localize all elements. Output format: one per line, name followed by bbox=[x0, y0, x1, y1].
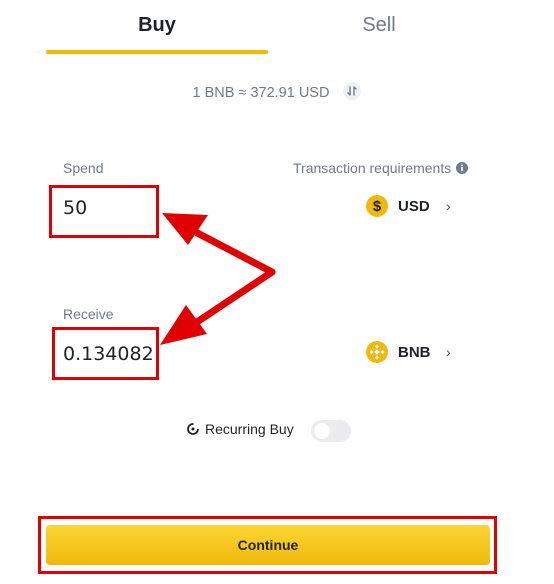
tab-buy[interactable]: Buy bbox=[46, 14, 268, 37]
chevron-right-icon: › bbox=[446, 344, 451, 360]
tab-sell[interactable]: Sell bbox=[268, 14, 490, 37]
spend-highlight-box bbox=[49, 185, 159, 238]
spend-label: Spend bbox=[63, 160, 104, 176]
receive-currency-label: BNB bbox=[398, 343, 431, 361]
dollar-coin-icon: $ bbox=[366, 195, 388, 217]
chevron-right-icon: › bbox=[446, 198, 451, 214]
recurring-buy: Recurring Buy bbox=[186, 421, 294, 437]
receive-highlight-box bbox=[52, 327, 159, 380]
transaction-requirements[interactable]: Transaction requirements bbox=[293, 160, 469, 176]
transaction-requirements-label: Transaction requirements bbox=[293, 160, 452, 176]
receive-currency-selector[interactable]: BNB › bbox=[366, 341, 451, 363]
active-tab-indicator bbox=[46, 50, 268, 54]
recurring-buy-label: Recurring Buy bbox=[205, 421, 294, 437]
exchange-rate-text: 1 BNB ≈ 372.91 USD bbox=[192, 85, 330, 101]
bnb-coin-icon bbox=[366, 341, 388, 363]
annotation-arrows bbox=[160, 213, 276, 345]
info-icon bbox=[456, 162, 469, 174]
spend-currency-selector[interactable]: $ USD › bbox=[366, 195, 451, 217]
continue-highlight-box bbox=[38, 516, 497, 574]
recurring-buy-toggle[interactable] bbox=[311, 420, 351, 442]
spend-currency-label: USD bbox=[398, 197, 430, 215]
swap-icon[interactable] bbox=[343, 82, 362, 100]
receive-label: Receive bbox=[63, 306, 114, 322]
recurring-icon bbox=[187, 423, 199, 435]
exchange-rate: 1 BNB ≈ 372.91 USD bbox=[0, 82, 554, 101]
toggle-knob bbox=[314, 423, 330, 439]
